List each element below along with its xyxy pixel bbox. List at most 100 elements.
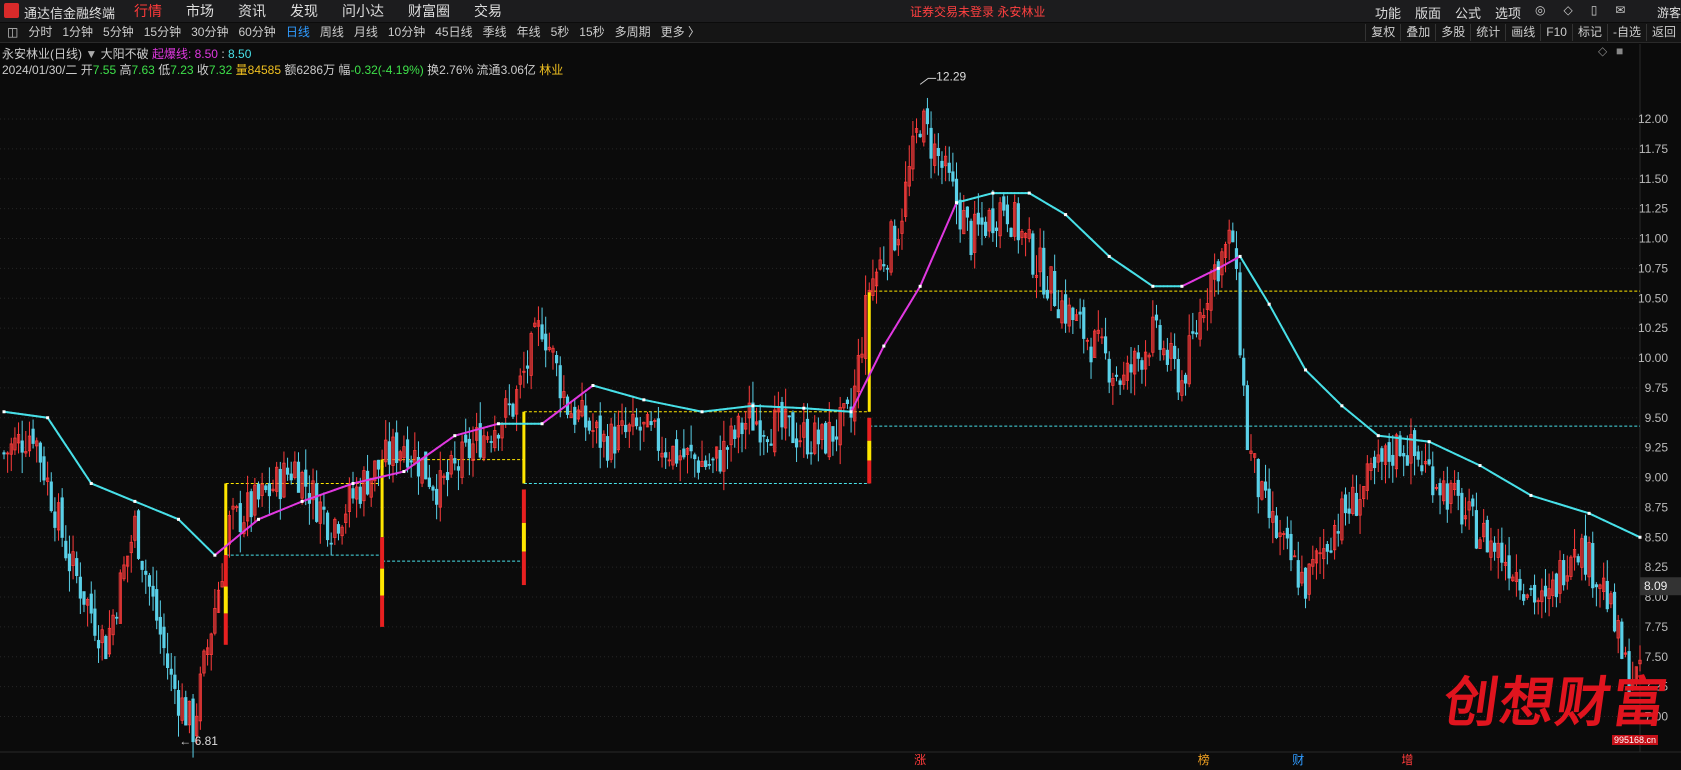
ma-node <box>1238 254 1242 258</box>
candle-body <box>53 511 57 528</box>
candle-body <box>173 674 177 689</box>
ma-line-segment <box>904 303 911 312</box>
candle-body <box>525 365 530 369</box>
candle-body <box>707 463 711 466</box>
candle-body <box>624 424 628 433</box>
candle-body <box>809 452 813 455</box>
candle-body <box>1154 314 1159 321</box>
candle-body <box>1009 227 1013 237</box>
candle-body <box>805 418 810 455</box>
candle-body <box>1471 498 1475 507</box>
candle-body <box>1427 459 1431 465</box>
candle-body <box>649 421 653 426</box>
ma-line-segment <box>922 268 929 279</box>
candle-body <box>584 405 588 428</box>
candle-body <box>1562 560 1566 586</box>
signal-dip-yellow <box>380 568 385 596</box>
candle-body <box>296 461 301 493</box>
ma-node <box>1478 464 1482 468</box>
candle-body <box>264 485 268 491</box>
candle-body <box>395 432 399 464</box>
candle-body <box>951 171 955 182</box>
candle-body <box>1543 585 1548 597</box>
signal-dip-red <box>223 555 228 587</box>
ma-node <box>177 517 181 521</box>
candle-body <box>1329 550 1333 553</box>
y-tick-label: 9.75 <box>1645 381 1669 395</box>
signal-bar <box>522 411 526 484</box>
candle-body <box>49 481 53 512</box>
ma-node <box>1027 191 1031 195</box>
event-marker: 榜 <box>1198 752 1210 767</box>
ma-node <box>1107 254 1111 258</box>
ma-node <box>1427 440 1431 444</box>
candle-body <box>507 403 511 406</box>
signal-dip-red <box>380 595 385 627</box>
candle-body <box>816 429 820 445</box>
candle-body <box>151 585 155 597</box>
ma-node <box>955 201 959 205</box>
ma-line-segment <box>1249 273 1256 282</box>
candle-body <box>1296 560 1300 588</box>
candle-body <box>169 668 173 675</box>
y-tick-label: 10.00 <box>1638 351 1668 365</box>
candle-body <box>994 227 999 231</box>
candle-body <box>158 616 162 635</box>
ma-line-segment <box>1253 279 1260 288</box>
candle-body <box>1173 345 1177 359</box>
candle-body <box>435 488 439 505</box>
candle-body <box>1591 543 1595 589</box>
ma-line-segment <box>890 327 896 336</box>
candle-body <box>882 264 886 267</box>
candle-body <box>115 616 119 619</box>
candle-body <box>656 418 661 451</box>
candle-body <box>351 488 355 499</box>
candle-body <box>315 483 319 522</box>
ma-line-segment <box>908 297 914 306</box>
signal-dip-yellow <box>223 586 228 614</box>
ma-node <box>591 383 595 387</box>
ma-line-segment <box>900 309 907 318</box>
candle-body <box>184 697 188 726</box>
candle-body <box>489 441 493 443</box>
y-tick-label: 11.75 <box>1639 142 1668 156</box>
ma-node <box>1376 434 1380 438</box>
y-tick-label: 9.50 <box>1645 411 1669 425</box>
candle-body <box>162 626 166 649</box>
candle-body <box>711 458 715 461</box>
candle-body <box>96 639 101 649</box>
candle-body <box>1594 584 1598 588</box>
watermark-logo: 创想财富 <box>1439 670 1673 734</box>
candle-body <box>1460 492 1464 525</box>
candle-body <box>1242 357 1246 386</box>
candle-body <box>540 324 544 340</box>
candle-body <box>329 542 333 545</box>
candle-body <box>1303 567 1308 599</box>
ma-line-segment <box>1275 316 1282 325</box>
event-marker: 财 <box>1292 753 1304 767</box>
candle-body <box>1136 352 1140 359</box>
candle-body <box>693 454 697 460</box>
candle-body <box>453 458 457 464</box>
candle-body <box>1380 448 1384 462</box>
candle-body <box>718 449 722 472</box>
candle-body <box>1416 451 1420 460</box>
candle-body <box>824 422 828 454</box>
ma-line-segment <box>857 388 863 399</box>
signal-dip-yellow <box>867 440 872 461</box>
candle-body <box>1620 621 1624 659</box>
high-label: 12.29 <box>936 69 966 83</box>
candle-body <box>456 466 461 471</box>
candle-body <box>674 439 679 464</box>
kline-chart[interactable]: 12.00 11.75 11.50 11.25 11.00 10.75 10.50 10.25… <box>0 0 1681 770</box>
ma-node <box>1529 493 1533 497</box>
candle-body <box>1354 492 1359 516</box>
candle-body <box>925 108 930 125</box>
y-tick-label: 9.00 <box>1645 471 1669 485</box>
candle-body <box>1391 454 1395 466</box>
candle-body <box>1456 479 1460 496</box>
candle-body <box>1387 442 1391 462</box>
candle-body <box>2 452 6 455</box>
y-tick-label: 7.75 <box>1645 620 1669 634</box>
candle-body <box>1071 307 1075 321</box>
